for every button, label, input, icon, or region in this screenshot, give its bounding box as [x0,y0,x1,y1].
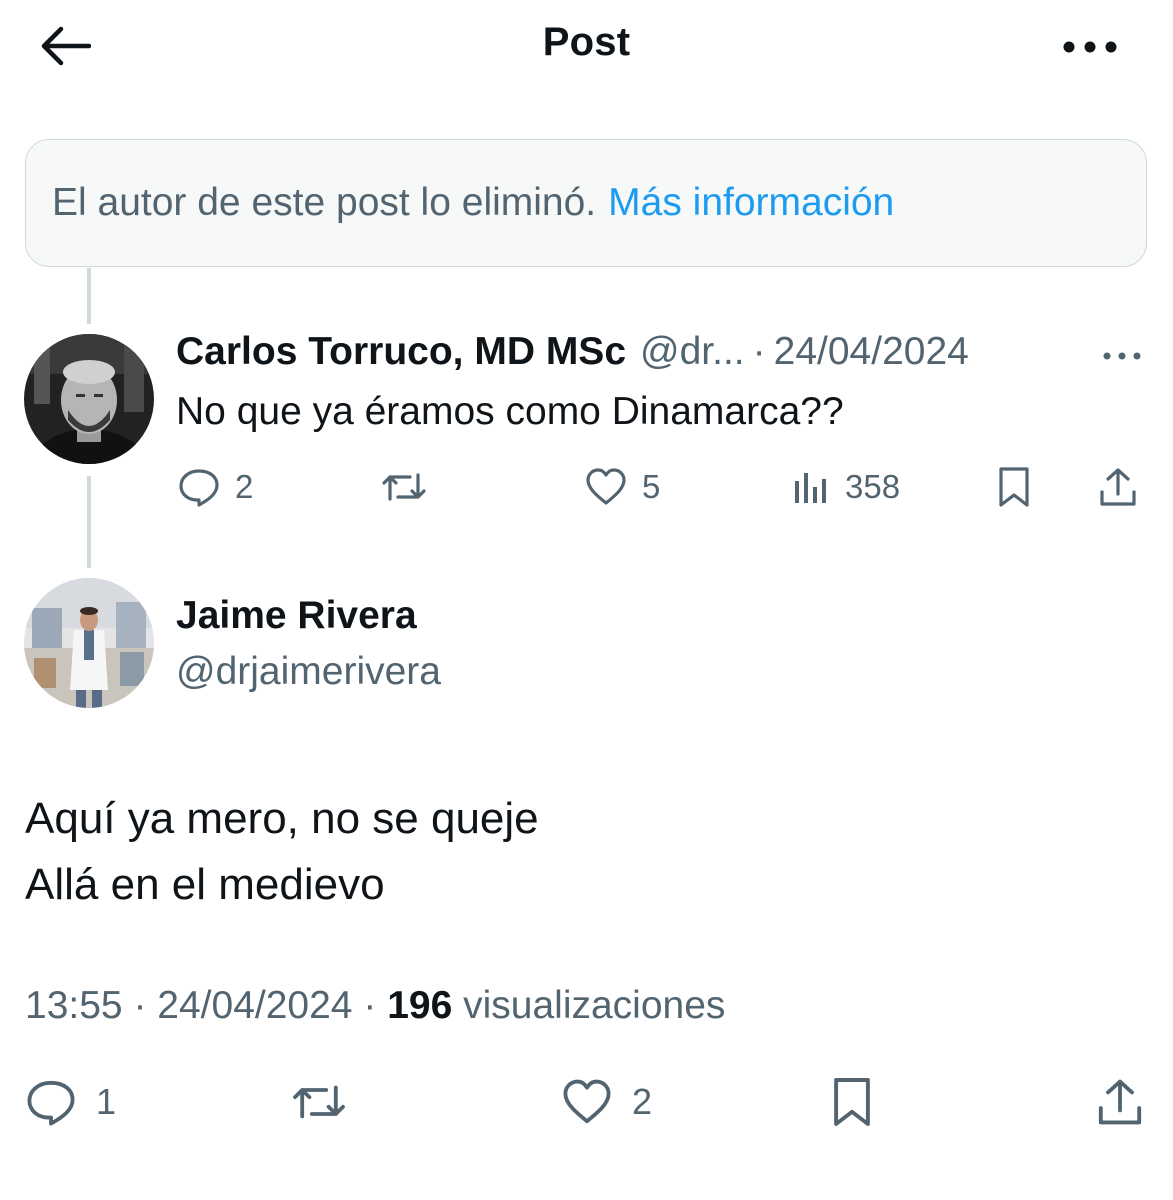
analytics-icon [795,473,826,503]
like-count: 5 [642,468,661,505]
heart-icon [563,1079,611,1124]
avatar[interactable] [24,334,154,464]
share-icon [1098,1079,1142,1125]
comment-icon [179,469,219,507]
reply-author-handle[interactable]: @dr... [640,330,745,374]
views-count: 196 [387,984,453,1027]
more-options-button[interactable] [1050,20,1130,74]
more-info-link[interactable]: Más información [608,181,894,225]
main-repost-button[interactable] [290,1076,348,1128]
post-date[interactable]: 24/04/2024 [157,984,352,1027]
reply-more-button[interactable] [1095,336,1149,376]
main-post-line: Aquí ya mero, no se queje [25,794,539,843]
separator-dot: · [133,984,147,1027]
views-label: visualizaciones [463,984,726,1027]
more-horizontal-icon [1103,352,1141,360]
avatar-carlos-image [24,334,154,464]
avatar[interactable] [24,578,154,708]
post-time[interactable]: 13:55 [25,984,123,1027]
reply-author-name[interactable]: Carlos Torruco, MD MSc [176,330,626,374]
share-icon [1100,468,1136,506]
main-share-button[interactable] [1096,1074,1144,1130]
deleted-notice-text: El autor de este post lo eliminó. [52,181,597,224]
views-count: 358 [845,468,901,505]
more-horizontal-icon [1063,41,1117,53]
reply-count: 1 [96,1081,117,1122]
reply-text: No que ya éramos como Dinamarca?? [176,390,844,433]
post-meta: 13:55 · 24/04/2024 · 196 visualizaciones [25,984,725,1028]
reply-header: Carlos Torruco, MD MSc @dr... · 24/04/20… [176,330,969,380]
repost-icon [293,1085,345,1119]
like-count: 2 [632,1081,653,1122]
avatar-jaime-image [24,578,154,708]
comment-icon [27,1080,75,1126]
main-post-line: Allá en el medievo [25,860,385,909]
reply-date[interactable]: 24/04/2024 [774,330,969,374]
thread-line-top [87,268,91,324]
bookmark-icon [999,467,1029,507]
reply-reply-button[interactable]: 2 [177,464,253,510]
main-reply-button[interactable]: 1 [24,1076,116,1128]
reply-repost-button[interactable] [380,464,428,510]
page-title: Post [542,20,631,64]
reply-share-button[interactable] [1098,464,1138,510]
main-author-name[interactable]: Jaime Rivera [176,594,417,638]
reply-like-button[interactable]: 5 [584,464,660,510]
main-author-handle[interactable]: @drjaimerivera [176,650,441,694]
main-bookmark-button[interactable] [830,1074,874,1130]
repost-icon [382,473,426,501]
reply-bookmark-button[interactable] [996,464,1032,510]
main-like-button[interactable]: 2 [560,1076,652,1128]
main-post-text: Aquí ya mero, no se queje Allá en el med… [25,786,539,918]
thread-line-bottom [87,476,91,568]
reply-views-button[interactable]: 358 [791,464,900,510]
separator-dot: · [363,984,377,1027]
separator-dot: · [752,330,766,373]
deleted-post-notice: El autor de este post lo eliminó. Más in… [25,139,1147,267]
bookmark-icon [834,1078,870,1126]
reply-count: 2 [235,468,254,505]
heart-icon [586,468,626,505]
